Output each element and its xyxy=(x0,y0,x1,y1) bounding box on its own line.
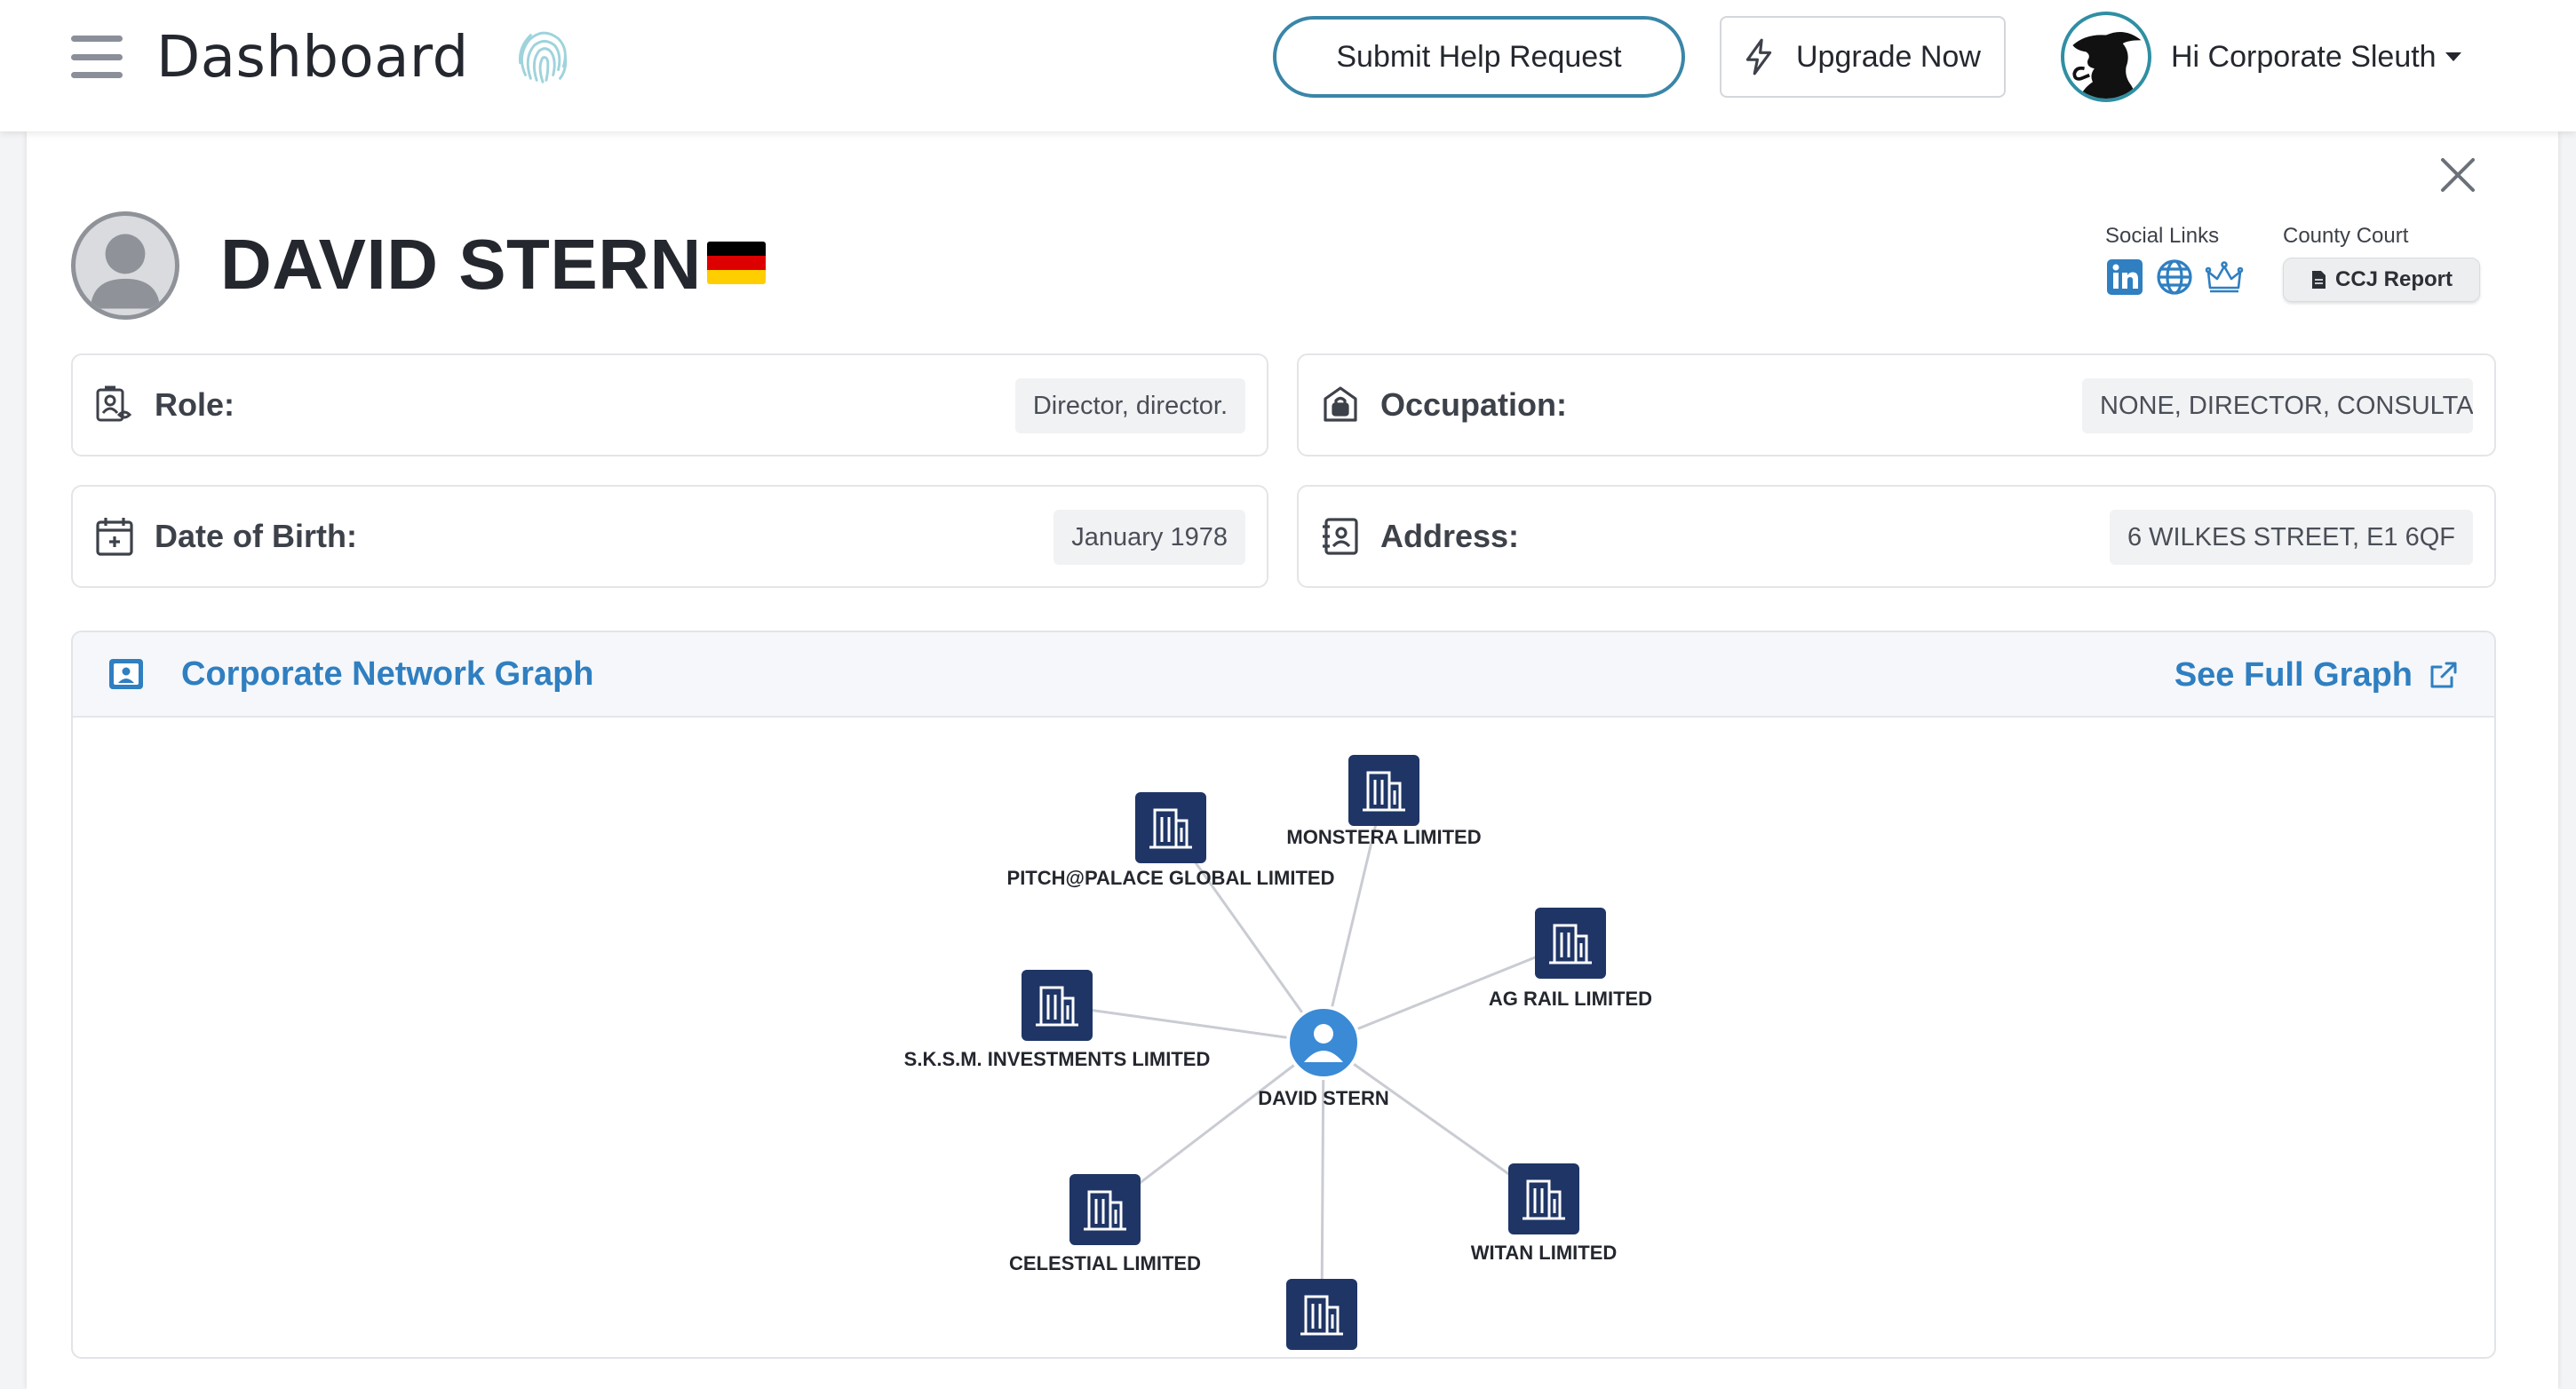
upgrade-button-label: Upgrade Now xyxy=(1796,39,1981,74)
external-link-icon xyxy=(2430,662,2457,688)
company-node-label: CELESTIAL LIMITED xyxy=(1009,1252,1201,1274)
flag-stripe-black xyxy=(707,242,766,256)
person-silhouette-icon xyxy=(90,234,161,309)
person-detail-panel: DAVID STERN Social Links County Court CC… xyxy=(27,131,2558,1389)
company-node[interactable] xyxy=(1022,970,1093,1041)
company-node-label: WITAN LIMITED xyxy=(1471,1242,1618,1264)
top-bar: Dashboard Submit Help Request Upgrade No… xyxy=(0,0,2576,131)
ccj-report-button[interactable]: CCJ Report xyxy=(2283,258,2480,302)
lightning-icon xyxy=(1745,38,1772,75)
company-node-label: AG RAIL LIMITED xyxy=(1489,988,1652,1010)
role-label: Role: xyxy=(155,386,235,423)
graph-title: Corporate Network Graph xyxy=(181,655,594,693)
social-links-label: Social Links xyxy=(2105,224,2220,248)
document-icon xyxy=(2311,271,2326,289)
contact-card-icon xyxy=(109,659,143,689)
company-node-label: MONSTERA LIMITED xyxy=(1286,826,1481,848)
date-of-birth-label: Date of Birth: xyxy=(155,518,357,554)
user-avatar xyxy=(2061,12,2151,102)
see-full-graph-label: See Full Graph xyxy=(2174,655,2413,694)
ccj-report-label: CCJ Report xyxy=(2334,267,2453,291)
county-court: County Court CCJ Report xyxy=(2283,224,2496,302)
user-greeting: Hi Corporate Sleuth xyxy=(2171,39,2437,74)
county-court-label: County Court xyxy=(2283,224,2409,248)
network-graph-canvas[interactable]: MONSTERA LIMITED PITCH@PALACE GLOBAL LIMI… xyxy=(73,719,2494,1357)
network-graph-svg: MONSTERA LIMITED PITCH@PALACE GLOBAL LIMI… xyxy=(904,755,1652,1350)
graph-edge xyxy=(1320,1042,1325,1315)
company-node[interactable] xyxy=(1286,1279,1357,1350)
chevron-down-icon xyxy=(2445,52,2461,61)
date-of-birth-card: Date of Birth: January 1978 xyxy=(71,485,1268,588)
occupation-card: Occupation: NONE, DIRECTOR, CONSULTANT xyxy=(1297,353,2496,456)
linkedin-icon[interactable] xyxy=(2105,258,2144,297)
help-button-label: Submit Help Request xyxy=(1336,39,1622,74)
flag-stripe-red xyxy=(707,256,766,270)
company-node[interactable] xyxy=(1508,1163,1579,1234)
flag-stripe-gold xyxy=(707,270,766,284)
submit-help-request-button[interactable]: Submit Help Request xyxy=(1273,16,1685,98)
graph-header: Corporate Network Graph See Full Graph xyxy=(73,632,2494,718)
id-badge-icon xyxy=(96,385,132,422)
person-node-label: DAVID STERN xyxy=(1258,1087,1389,1109)
company-node-label: PITCH@PALACE GLOBAL LIMITED xyxy=(1007,867,1335,889)
occupation-value: NONE, DIRECTOR, CONSULTANT xyxy=(2082,378,2473,433)
social-links: Social Links xyxy=(2105,224,2247,297)
detective-silhouette-icon xyxy=(2072,31,2142,99)
company-node[interactable] xyxy=(1348,755,1419,826)
address-label: Address: xyxy=(1380,518,1520,554)
fingerprint-logo-icon xyxy=(518,31,568,83)
upgrade-now-button[interactable]: Upgrade Now xyxy=(1720,16,2006,98)
user-menu[interactable]: Hi Corporate Sleuth xyxy=(2061,11,2558,103)
company-node-label: S.K.S.M. INVESTMENTS LIMITED xyxy=(904,1048,1211,1070)
contact-book-icon xyxy=(1323,518,1358,555)
briefcase-lock-icon xyxy=(1324,386,1357,422)
see-full-graph-link[interactable]: See Full Graph xyxy=(2174,652,2459,698)
date-of-birth-value: January 1978 xyxy=(1053,510,1245,565)
person-node[interactable] xyxy=(1286,1005,1361,1080)
graph-edge xyxy=(1056,1004,1324,1044)
globe-icon[interactable] xyxy=(2155,258,2194,297)
person-avatar xyxy=(71,211,179,320)
person-name: DAVID STERN xyxy=(220,225,702,304)
menu-icon[interactable] xyxy=(71,36,123,78)
address-value: 6 WILKES STREET, E1 6QF xyxy=(2109,510,2473,565)
occupation-label: Occupation: xyxy=(1380,386,1568,423)
role-value: Director, director. xyxy=(1014,378,1245,433)
nationality-flag xyxy=(707,242,766,284)
corporate-network-graph-card: Corporate Network Graph See Full Graph M… xyxy=(71,631,2496,1359)
calendar-icon xyxy=(96,518,133,556)
crown-icon[interactable] xyxy=(2205,258,2244,297)
company-node[interactable] xyxy=(1535,908,1606,979)
address-card: Address: 6 WILKES STREET, E1 6QF xyxy=(1297,485,2496,588)
company-node[interactable] xyxy=(1135,792,1206,863)
role-card: Role: Director, director. xyxy=(71,353,1268,456)
close-icon[interactable] xyxy=(2436,153,2480,197)
page-title: Dashboard xyxy=(156,25,469,91)
company-node[interactable] xyxy=(1069,1174,1141,1245)
